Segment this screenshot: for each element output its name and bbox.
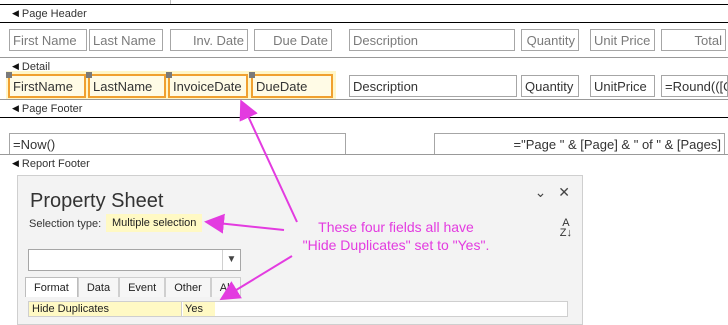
arrow-to-selection-type (204, 213, 285, 234)
annotation-line-1: These four fields all have (318, 219, 474, 235)
annotation-line-2: "Hide Duplicates" set to "Yes". (302, 237, 490, 253)
arrow-to-fields (239, 99, 298, 223)
annotation-callout: These four fields all have "Hide Duplica… (286, 218, 506, 254)
annotation-arrows (204, 99, 298, 301)
arrow-to-property (219, 255, 293, 301)
